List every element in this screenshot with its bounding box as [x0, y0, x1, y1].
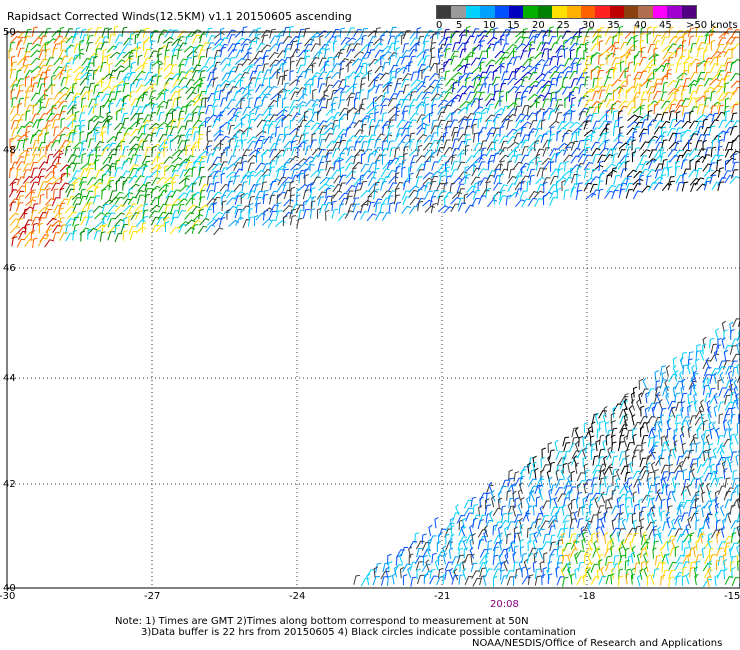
latitude-label: 44	[3, 373, 16, 384]
longitude-label: -15	[724, 591, 740, 602]
note-line-1: Note: 1) Times are GMT 2)Times along bot…	[115, 616, 529, 627]
legend-swatch	[494, 6, 509, 18]
longitude-label: -24	[289, 591, 306, 602]
legend-swatch	[681, 6, 697, 18]
legend-swatch	[566, 6, 581, 18]
legend-label: 35	[607, 20, 620, 31]
wind-speed-legend: 0 5 10 15 20 25 30 35 40 45 >50 knots	[436, 5, 738, 35]
map-title: Rapidsact Corrected Winds(12.5KM) v1.1 2…	[7, 10, 352, 23]
legend-swatch	[609, 6, 625, 18]
legend-swatch	[465, 6, 481, 18]
legend-label: 45	[659, 20, 672, 31]
legend-label: 40	[634, 20, 647, 31]
longitude-label: -30	[0, 591, 16, 602]
longitude-label: -18	[579, 591, 596, 602]
wind-map	[6, 25, 740, 589]
latitude-label: 50	[3, 27, 16, 38]
legend-swatch	[624, 6, 639, 18]
legend-swatch	[652, 6, 668, 18]
legend-label: 20	[532, 20, 545, 31]
credit-line: NOAA/NESDIS/Office of Research and Appli…	[472, 638, 723, 649]
legend-color-bar	[436, 5, 697, 19]
legend-label: 10	[483, 20, 496, 31]
legend-label: 25	[557, 20, 570, 31]
legend-swatch	[595, 6, 610, 18]
time-label: 20:08	[490, 599, 519, 610]
wind-barbs-layer	[8, 25, 740, 588]
legend-swatch	[523, 6, 538, 18]
latitude-label: 48	[3, 145, 16, 156]
latitude-label: 42	[3, 479, 16, 490]
legend-labels: 0 5 10 15 20 25 30 35 40 45 >50 knots	[436, 20, 738, 34]
legend-swatch	[552, 6, 567, 18]
legend-label: 30	[582, 20, 595, 31]
legend-swatch	[667, 6, 682, 18]
legend-label: 5	[456, 20, 463, 31]
legend-swatch	[580, 6, 596, 18]
latitude-label: 46	[3, 263, 16, 274]
longitude-label: -21	[434, 591, 451, 602]
legend-swatch	[437, 6, 452, 18]
notes: Note: 1) Times are GMT 2)Times along bot…	[115, 616, 576, 638]
legend-label: 15	[507, 20, 520, 31]
legend-swatch	[480, 6, 495, 18]
note-line-2: 3)Data buffer is 22 hrs from 20150605 4)…	[141, 627, 576, 638]
legend-swatch	[451, 6, 466, 18]
legend-swatch	[638, 6, 653, 18]
legend-swatch	[537, 6, 553, 18]
legend-label: >50 knots	[686, 20, 738, 31]
legend-swatch	[508, 6, 524, 18]
legend-label: 0	[436, 20, 443, 31]
longitude-label: -27	[144, 591, 161, 602]
